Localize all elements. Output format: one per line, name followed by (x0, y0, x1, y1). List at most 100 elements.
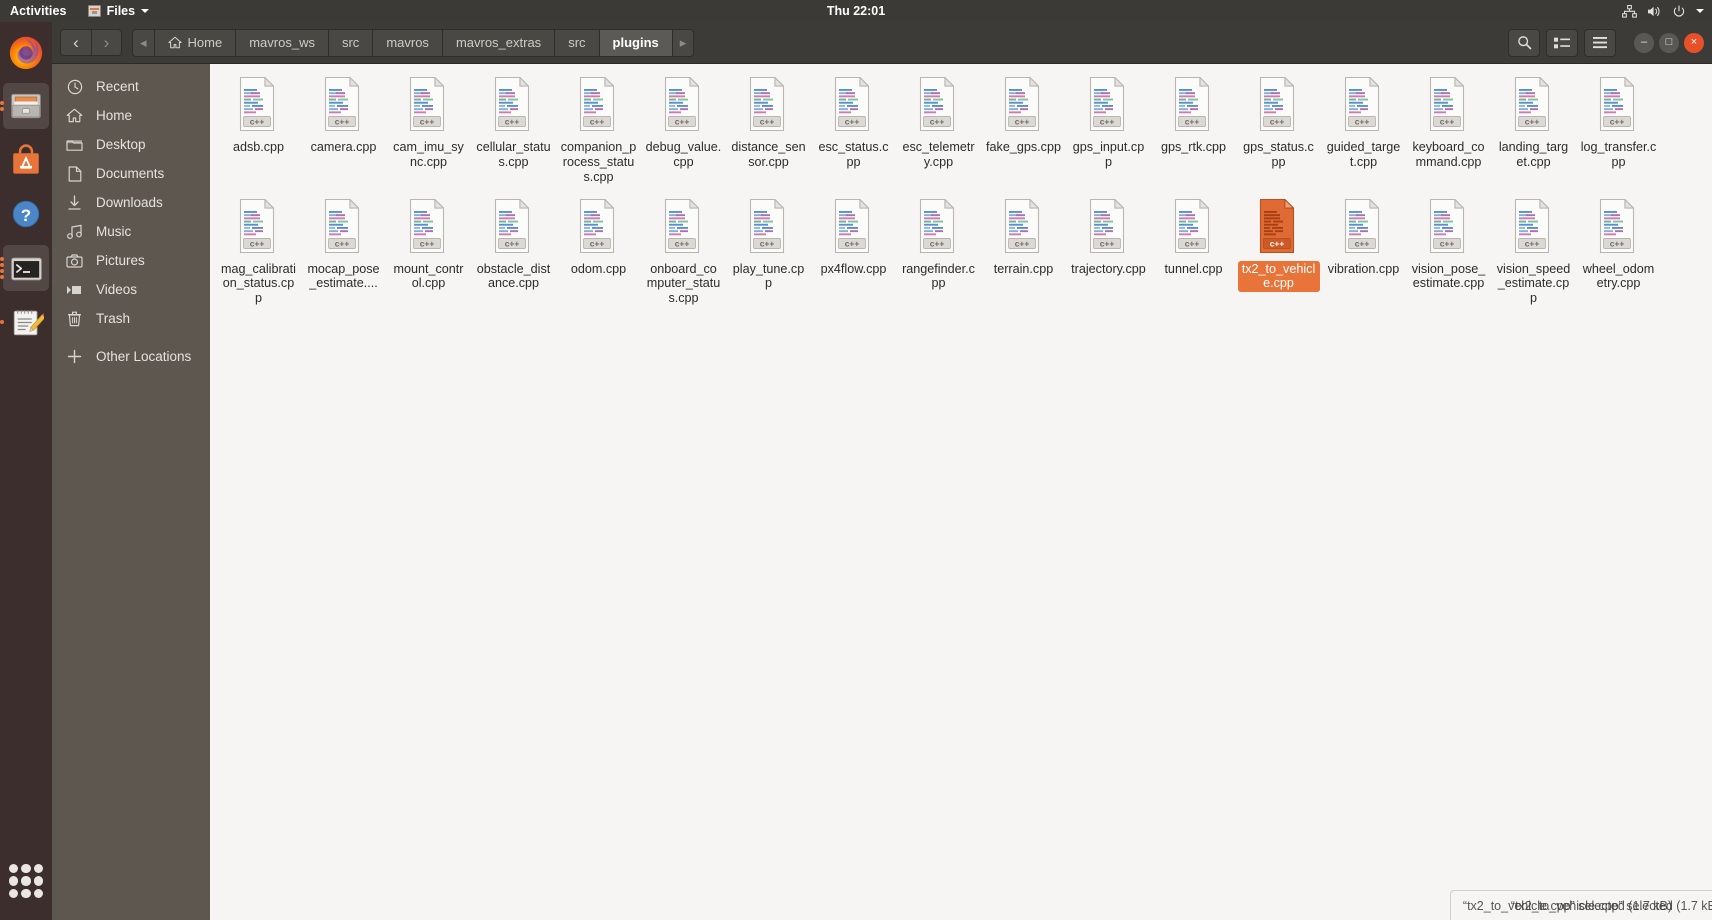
svg-text:c++: c++ (1099, 238, 1114, 248)
file-icon: c++ (1255, 76, 1303, 134)
file-item[interactable]: c++ camera.cpp (301, 70, 386, 186)
forward-button[interactable]: › (91, 29, 122, 56)
dock-item-files[interactable] (0, 83, 49, 129)
cpp-file-icon: c++ (409, 198, 444, 253)
file-item[interactable]: c++ play_tune.cpp (726, 192, 811, 308)
file-item[interactable]: c++ px4flow.cpp (811, 192, 896, 308)
file-item[interactable]: c++ cellular_status.cpp (471, 70, 556, 186)
menu-button[interactable] (1584, 28, 1616, 57)
document-icon (66, 165, 83, 182)
file-item[interactable]: c++ adsb.cpp (216, 70, 301, 186)
system-tray[interactable] (1622, 4, 1712, 18)
file-item[interactable]: c++ debug_value.cpp (641, 70, 726, 186)
file-item[interactable]: c++ onboard_computer_status.cpp (641, 192, 726, 308)
file-item[interactable]: c++ esc_status.cpp (811, 70, 896, 186)
breadcrumb-item-home[interactable]: Home (153, 28, 236, 57)
breadcrumb-item-mavros_ws[interactable]: mavros_ws (235, 28, 328, 57)
file-item[interactable]: c++ rangefinder.cpp (896, 192, 981, 308)
dock-item-text-editor[interactable] (0, 299, 49, 345)
files-icon (11, 93, 41, 119)
file-item[interactable]: c++ cam_imu_sync.cpp (386, 70, 471, 186)
sidebar-item-downloads[interactable]: Downloads (52, 188, 210, 217)
file-item[interactable]: c++ fake_gps.cpp (981, 70, 1066, 186)
maximize-button[interactable]: □ (1659, 32, 1679, 53)
cpp-file-icon: c++ (664, 198, 699, 253)
svg-text:c++: c++ (504, 238, 519, 248)
breadcrumb-item-plugins[interactable]: plugins (598, 28, 672, 57)
sidebar-item-documents[interactable]: Documents (52, 159, 210, 188)
cpp-file-icon: c++ (579, 198, 614, 253)
svg-text:c++: c++ (1524, 116, 1539, 126)
file-item[interactable]: c++ guided_target.cpp (1321, 70, 1406, 186)
sidebar-item-trash[interactable]: Trash (52, 304, 210, 333)
file-item[interactable]: c++ mag_calibration_status.cpp (216, 192, 301, 308)
file-item[interactable]: c++ mocap_pose_estimate.... (301, 192, 386, 308)
breadcrumb-item-src-2[interactable]: src (554, 28, 599, 57)
file-item[interactable]: c++ gps_status.cpp (1236, 70, 1321, 186)
file-item[interactable]: c++ tx2_to_vehicle.cpp (1236, 192, 1321, 308)
sidebar-item-label: Pictures (96, 253, 145, 268)
sidebar-item-videos[interactable]: Videos (52, 275, 210, 304)
sidebar-item-music[interactable]: Music (52, 217, 210, 246)
sidebar-item-pictures[interactable]: Pictures (52, 246, 210, 275)
sidebar-item-label: Home (96, 108, 133, 123)
breadcrumb-item-src-1[interactable]: src (327, 28, 373, 57)
file-icon: c++ (745, 76, 793, 134)
file-item[interactable]: c++ companion_process_status.cpp (556, 70, 641, 186)
app-menu-button[interactable]: Files (80, 4, 158, 18)
file-item[interactable]: c++ distance_sensor.cpp (726, 70, 811, 186)
breadcrumb-item-mavros_extras[interactable]: mavros_extras (441, 28, 555, 57)
file-item[interactable]: c++ obstacle_distance.cpp (471, 192, 556, 308)
folder-icon (66, 138, 83, 152)
cpp-file-icon: c++ (409, 76, 444, 132)
sidebar-item-desktop[interactable]: Desktop (52, 130, 210, 159)
file-item[interactable]: c++ odom.cpp (556, 192, 641, 308)
close-button[interactable]: × (1684, 32, 1704, 53)
file-item[interactable]: c++ tunnel.cpp (1151, 192, 1236, 308)
volume-icon (1648, 6, 1660, 16)
file-item[interactable]: c++ keyboard_command.cpp (1406, 70, 1491, 186)
file-item[interactable]: c++ gps_input.cpp (1066, 70, 1151, 186)
file-item[interactable]: c++ gps_rtk.cpp (1151, 70, 1236, 186)
back-button[interactable]: ‹ (60, 29, 91, 56)
breadcrumb-item-mavros[interactable]: mavros (372, 28, 442, 57)
breadcrumb-scroll-right[interactable]: ▸ (671, 28, 695, 57)
file-item[interactable]: c++ vision_pose_estimate.cpp (1406, 192, 1491, 308)
file-item[interactable]: c++ log_transfer.cpp (1576, 70, 1661, 186)
cpp-file-icon: c++ (749, 76, 784, 132)
svg-text:c++: c++ (674, 116, 689, 126)
show-applications-button[interactable] (9, 864, 43, 898)
svg-text:c++: c++ (1269, 238, 1284, 248)
file-icon: c++ (660, 198, 708, 256)
dock-item-firefox[interactable] (3, 29, 49, 75)
file-name-label: mag_calibration_status.cpp (221, 261, 296, 306)
dock-item-ubuntu-software[interactable] (3, 137, 49, 183)
file-name-label: wheel_odometry.cpp (1582, 261, 1655, 291)
file-item[interactable]: c++ esc_telemetry.cpp (896, 70, 981, 186)
view-options-button[interactable] (1546, 28, 1578, 57)
sidebar-item-home[interactable]: Home (52, 101, 210, 130)
file-view[interactable]: c++ adsb.cpp c++ camera.cpp c++ cam_imu_… (210, 64, 1712, 920)
sidebar-item-recent[interactable]: Recent (52, 72, 210, 101)
breadcrumb-scroll-left[interactable]: ◂ (132, 28, 154, 57)
file-name-label: fake_gps.cpp (986, 140, 1061, 154)
file-item[interactable]: c++ vision_speed_estimate.cpp (1491, 192, 1576, 308)
sidebar-item-other-locations[interactable]: Other Locations (52, 342, 210, 371)
file-item[interactable]: c++ terrain.cpp (981, 192, 1066, 308)
file-item[interactable]: c++ vibration.cpp (1321, 192, 1406, 308)
dock-item-help[interactable]: ? (3, 191, 49, 237)
file-item[interactable]: c++ trajectory.cpp (1066, 192, 1151, 308)
file-name-label: obstacle_distance.cpp (476, 261, 551, 291)
file-item[interactable]: c++ landing_target.cpp (1491, 70, 1576, 186)
minimize-button[interactable]: – (1634, 32, 1654, 53)
running-indicator (0, 320, 4, 324)
file-name-label: debug_value.cpp (645, 140, 722, 169)
search-button[interactable] (1508, 28, 1540, 57)
cpp-file-icon: c++ (1599, 198, 1634, 253)
clock[interactable]: Thu 22:01 (0, 4, 1712, 18)
file-item[interactable]: c++ mount_control.cpp (386, 192, 471, 308)
file-item[interactable]: c++ wheel_odometry.cpp (1576, 192, 1661, 308)
dock-item-terminal[interactable] (0, 245, 49, 291)
camera-icon (66, 253, 83, 268)
activities-button[interactable]: Activities (0, 4, 80, 18)
